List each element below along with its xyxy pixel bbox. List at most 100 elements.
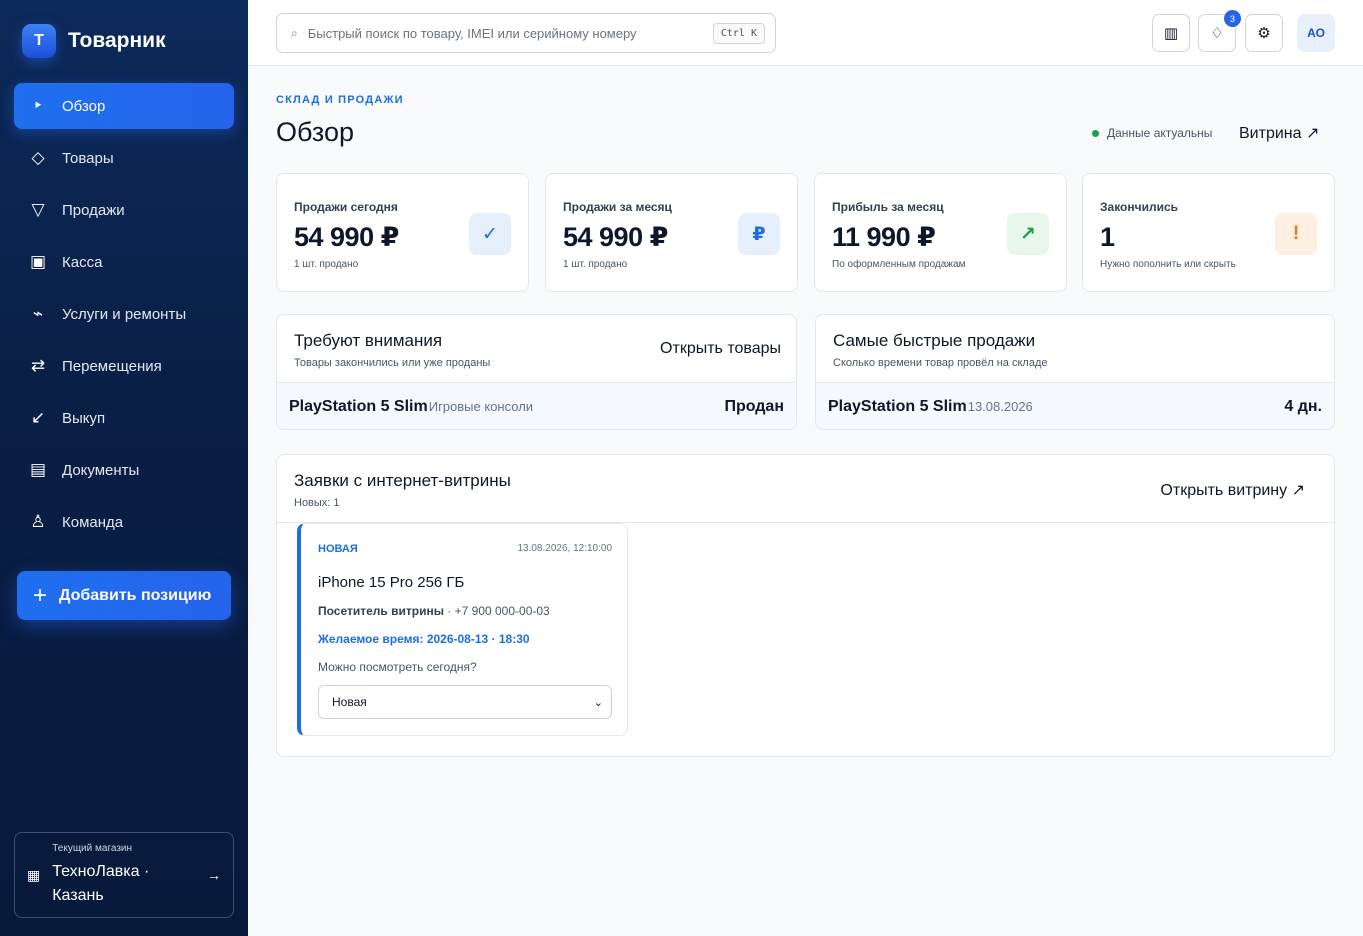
panel-subtitle: Товары закончились или уже проданы (294, 357, 491, 369)
fastest-sales-panel: Самые быстрые продажи Сколько времени то… (815, 314, 1335, 430)
order-product: iPhone 15 Pro 256 ГБ (318, 574, 465, 591)
sidebar-item-label: Услуги и ремонты (62, 305, 187, 323)
storefront-link[interactable]: Витрина ↗ (1239, 123, 1319, 143)
product-category: Игровые консоли (428, 399, 534, 414)
bell-icon: ♢ (1210, 25, 1224, 42)
order-customer: Посетитель витрины · +7 900 000-00-03 (318, 604, 550, 618)
person-icon: ♙ (30, 512, 46, 531)
stat-value: 1 (1100, 222, 1115, 252)
notifications-count-badge: 3 (1224, 10, 1241, 27)
store-icon: ▦ (27, 866, 41, 883)
order-status-select[interactable]: Новая ⌄ (318, 685, 612, 719)
search-icon: ⌕ (291, 25, 298, 40)
stat-label: Прибыль за месяц (832, 200, 944, 214)
square-icon: ▣ (29, 252, 47, 271)
customer-name: Посетитель витрины (318, 604, 444, 618)
list-item[interactable]: PlayStation 5 Slim Игровые консоли Прода… (277, 382, 796, 429)
panel-title: Заявки с интернет-витрины (294, 471, 511, 490)
sidebar-item-label: Документы (62, 461, 140, 479)
add-item-button[interactable]: + Добавить позицию (17, 571, 231, 620)
grid-view-button[interactable]: ▥ (1152, 14, 1190, 52)
document-icon: ▤ (29, 460, 47, 479)
open-storefront-link[interactable]: Открыть витрину ↗ (1160, 480, 1305, 500)
grid-icon: ▥ (1163, 25, 1179, 42)
panel-title: Самые быстрые продажи (833, 331, 1036, 350)
storefront-orders-panel: Заявки с интернет-витрины Новых: 1 Откры… (276, 454, 1335, 757)
avatar[interactable]: АО (1297, 14, 1335, 52)
sidebar-item-documents[interactable]: ▤ Документы (14, 447, 234, 493)
arrow-down-left-icon: ↙ (30, 408, 46, 427)
customer-phone: · +7 900 000-00-03 (443, 604, 550, 618)
search-input[interactable]: ⌕ Быстрый поиск по товару, IMEI или сери… (276, 13, 776, 53)
order-status-value: Новая (332, 695, 367, 709)
panel-title: Требуют внимания (294, 331, 443, 350)
trend-up-icon: ↗ (1007, 213, 1049, 255)
stat-value: 54 990 ₽ (563, 222, 668, 252)
topbar: ⌕ Быстрый поиск по товару, IMEI или сери… (248, 0, 1363, 66)
sidebar-item-cashbox[interactable]: ▣ Касса (14, 239, 234, 285)
status-text: Данные актуальны (1107, 126, 1213, 140)
list-item[interactable]: PlayStation 5 Slim 13.08.2026 4 дн. (816, 382, 1334, 429)
stat-value: 11 990 ₽ (832, 222, 936, 252)
overview-icon: ‣ (32, 96, 44, 115)
sidebar-item-team[interactable]: ♙ Команда (14, 499, 234, 545)
order-card[interactable]: НОВАЯ 13.08.2026, 12:10:00 iPhone 15 Pro… (297, 523, 628, 736)
gear-icon: ⚙ (1257, 25, 1271, 42)
status-dot-icon (1092, 129, 1099, 137)
stat-card-profit-month: Прибыль за месяц 11 990 ₽ По оформленным… (814, 173, 1067, 292)
sidebar-nav: ‣ Обзор ◇ Товары ▽ Продажи ▣ Касса ⌁ Усл… (14, 83, 234, 551)
diamond-icon: ◇ (31, 148, 45, 167)
order-date: 13.08.2026, 12:10:00 (517, 543, 612, 554)
days-in-stock: 4 дн. (1284, 397, 1322, 415)
sidebar-item-transfers[interactable]: ⇄ Перемещения (14, 343, 234, 389)
stat-label: Закончились (1100, 200, 1179, 214)
search-placeholder: Быстрый поиск по товару, IMEI или серийн… (307, 25, 637, 41)
arrow-right-icon: → (207, 867, 221, 883)
product-name: PlayStation 5 Slim (828, 397, 967, 415)
order-note: Можно посмотреть сегодня? (318, 660, 477, 674)
stat-card-out-of-stock: Закончились 1 Нужно пополнить или скрыть… (1082, 173, 1335, 292)
store-name: ТехноЛавка · Казань (52, 862, 150, 904)
current-store-switcher[interactable]: ▦ Текущий магазин ТехноЛавка · Казань → (14, 832, 234, 918)
triangle-down-icon: ▽ (31, 200, 45, 219)
sidebar-item-buyback[interactable]: ↙ Выкуп (14, 395, 234, 441)
notifications-button[interactable]: ♢ 3 (1198, 10, 1241, 52)
sidebar: T Товарник ‣ Обзор ◇ Товары ▽ Продажи ▣ … (0, 0, 248, 936)
stat-value: 54 990 ₽ (294, 222, 399, 252)
order-preferred-time: Желаемое время: 2026-08-13 · 18:30 (318, 632, 530, 646)
product-status: Продан (724, 397, 784, 415)
warning-icon: ! (1275, 213, 1317, 255)
ruble-icon: ₽ (738, 213, 780, 255)
chevron-down-icon: ⌄ (593, 696, 603, 709)
page-eyebrow: СКЛАД И ПРОДАЖИ (276, 94, 404, 106)
stat-label: Продажи за месяц (563, 200, 672, 214)
attention-panel: Требуют внимания Товары закончились или … (276, 314, 797, 430)
data-status: Данные актуальны (1092, 126, 1212, 140)
sidebar-item-products[interactable]: ◇ Товары (14, 135, 234, 181)
checkmark-icon: ✓ (469, 213, 511, 255)
sidebar-item-overview[interactable]: ‣ Обзор (14, 83, 234, 129)
store-caption: Текущий магазин (52, 842, 133, 854)
brand[interactable]: T Товарник (22, 24, 166, 58)
product-name: PlayStation 5 Slim (289, 397, 428, 415)
plus-icon: + (33, 581, 48, 609)
search-shortcut-hint: Ctrl K (712, 22, 765, 44)
open-products-link[interactable]: Открыть товары (660, 340, 781, 358)
sidebar-item-services[interactable]: ⌁ Услуги и ремонты (14, 291, 234, 337)
page-title: Обзор (276, 117, 354, 147)
settings-button[interactable]: ⚙ (1245, 14, 1283, 52)
stat-sub: По оформленным продажам (832, 259, 966, 270)
sidebar-item-label: Касса (62, 253, 103, 271)
panel-subtitle: Сколько времени товар провёл на складе (833, 357, 1048, 369)
sidebar-item-sales[interactable]: ▽ Продажи (14, 187, 234, 233)
sidebar-item-label: Команда (62, 513, 124, 531)
sidebar-item-label: Обзор (62, 97, 106, 115)
stat-card-sales-today: Продажи сегодня 54 990 ₽ 1 шт. продано ✓ (276, 173, 529, 292)
sale-date: 13.08.2026 (967, 399, 1033, 414)
wrench-icon: ⌁ (32, 304, 44, 323)
stat-label: Продажи сегодня (294, 200, 398, 214)
stat-sub: 1 шт. продано (563, 259, 628, 270)
brand-name: Товарник (68, 29, 166, 52)
stat-sub: 1 шт. продано (294, 259, 359, 270)
order-status-badge: НОВАЯ (318, 543, 358, 555)
